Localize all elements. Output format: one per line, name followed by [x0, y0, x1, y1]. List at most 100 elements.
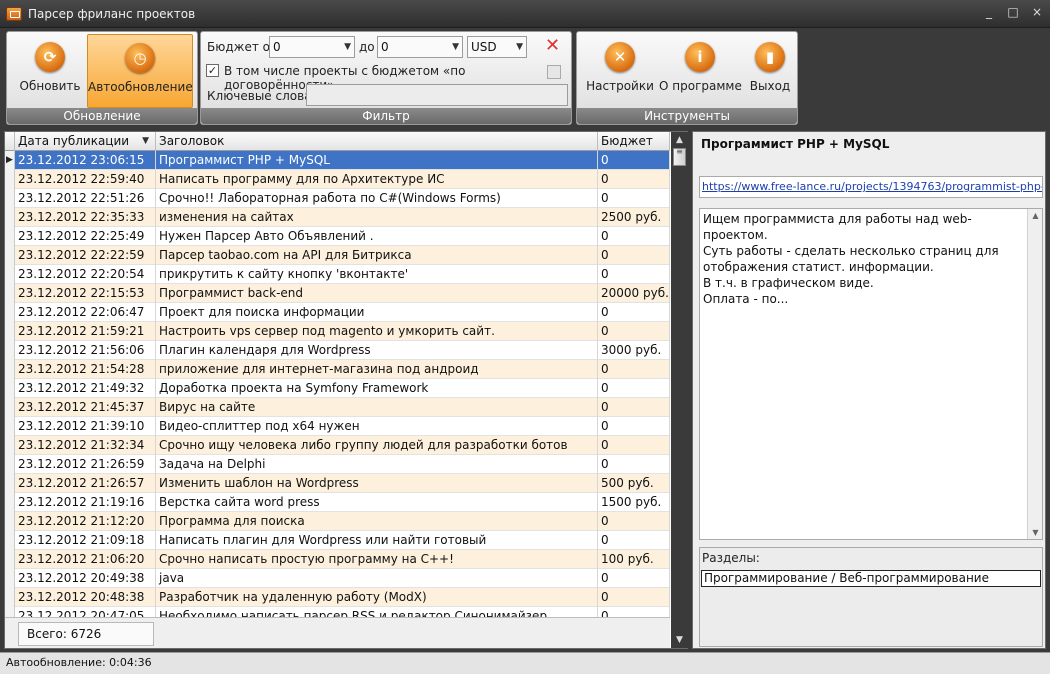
currency-select[interactable]: USD ▼	[467, 36, 527, 58]
tools-icon: ✕	[605, 42, 635, 72]
cell-title: Парсер taobao.com на API для Битрикса	[156, 246, 598, 265]
header-indicator	[5, 132, 15, 151]
cell-title: Программист back-end	[156, 284, 598, 303]
cell-budget: 0	[598, 360, 670, 379]
cell-title: Срочно!! Лабораторная работа по С#(Windo…	[156, 189, 598, 208]
cell-budget: 0	[598, 151, 670, 170]
about-label: О программе	[659, 79, 742, 93]
table-row[interactable]: 23.12.2012 22:06:47 Проект для поиска инф…	[5, 303, 670, 322]
scroll-up-icon[interactable]: ▲	[1028, 211, 1043, 220]
grid-scrollbar[interactable]: ▲ ≡ ▼	[671, 132, 688, 648]
row-indicator	[5, 550, 15, 569]
maximize-icon[interactable]: □	[1006, 5, 1020, 19]
exit-door-icon: ▮	[755, 42, 785, 72]
scroll-thumb[interactable]: ≡	[673, 148, 686, 166]
cell-date: 23.12.2012 20:49:38	[15, 569, 156, 588]
exit-button[interactable]: ▮ Выход	[743, 34, 797, 108]
save-icon[interactable]	[547, 65, 561, 79]
details-panel: Программист PHP + MySQL https://www.free…	[692, 131, 1046, 649]
project-link[interactable]: https://www.free-lance.ru/projects/13947…	[699, 176, 1043, 198]
table-row[interactable]: 23.12.2012 22:35:33 изменения на сайтах 25…	[5, 208, 670, 227]
cell-date: 23.12.2012 22:06:47	[15, 303, 156, 322]
table-row[interactable]: 23.12.2012 21:19:16 Верстка сайта word pr…	[5, 493, 670, 512]
table-row[interactable]: 23.12.2012 21:54:28 приложение для интерн…	[5, 360, 670, 379]
cell-budget: 0	[598, 531, 670, 550]
grid-rows: ▶ 23.12.2012 23:06:15 Программист PHP + My…	[5, 151, 670, 617]
row-indicator	[5, 493, 15, 512]
cell-date: 23.12.2012 22:20:54	[15, 265, 156, 284]
row-indicator	[5, 341, 15, 360]
table-row[interactable]: 23.12.2012 21:26:59 Задача на Delphi 0	[5, 455, 670, 474]
budget-from-value: 0	[273, 40, 281, 54]
section-item[interactable]: Программирование / Веб-программирование	[701, 570, 1041, 587]
scroll-up-icon[interactable]: ▲	[671, 133, 688, 147]
about-button[interactable]: i О программе	[659, 34, 742, 108]
column-header-budget[interactable]: Бюджет	[598, 132, 670, 151]
table-row[interactable]: 23.12.2012 21:09:18 Написать плагин для W…	[5, 531, 670, 550]
table-row[interactable]: 23.12.2012 21:56:06 Плагин календаря для …	[5, 341, 670, 360]
table-row[interactable]: 23.12.2012 21:45:37 Вирус на сайте 0	[5, 398, 670, 417]
table-row[interactable]: 23.12.2012 21:32:34 Срочно ищу человека л…	[5, 436, 670, 455]
refresh-button[interactable]: ⟳ Обновить	[15, 34, 85, 108]
cell-date: 23.12.2012 20:48:38	[15, 588, 156, 607]
table-row[interactable]: 23.12.2012 20:47:05 Необходимо написать п…	[5, 607, 670, 617]
cell-date: 23.12.2012 21:12:20	[15, 512, 156, 531]
negotiable-checkbox[interactable]: ✓	[206, 64, 219, 77]
cell-title: Плагин календаря для Wordpress	[156, 341, 598, 360]
grid-footer: Всего: 6726	[5, 617, 670, 648]
table-row[interactable]: 23.12.2012 21:59:21 Настроить vps сервер …	[5, 322, 670, 341]
column-header-title[interactable]: Заголовок	[156, 132, 598, 151]
minimize-icon[interactable]: _	[982, 5, 996, 19]
scroll-down-icon[interactable]: ▼	[1028, 528, 1043, 537]
table-row[interactable]: 23.12.2012 22:20:54 прикрутить к сайту кн…	[5, 265, 670, 284]
close-icon[interactable]: ×	[1030, 5, 1044, 19]
row-indicator	[5, 569, 15, 588]
row-indicator	[5, 265, 15, 284]
settings-button[interactable]: ✕ Настройки	[583, 34, 657, 108]
autorefresh-button[interactable]: ◷ Автообновление	[87, 34, 193, 108]
status-bar: Автообновление: 0:04:36	[0, 652, 1050, 674]
table-row[interactable]: 23.12.2012 21:39:10 Видео-сплиттер под x6…	[5, 417, 670, 436]
ribbon: ⟳ Обновить ◷ Автообновление Обновление Б…	[0, 28, 1050, 128]
currency-value: USD	[471, 40, 497, 54]
table-row[interactable]: 23.12.2012 22:51:26 Срочно!! Лабораторная…	[5, 189, 670, 208]
keywords-input[interactable]	[306, 84, 568, 106]
refresh-label: Обновить	[19, 79, 81, 93]
budget-to-combo[interactable]: 0 ▼	[377, 36, 463, 58]
table-row[interactable]: 23.12.2012 20:48:38 Разработчик на удален…	[5, 588, 670, 607]
cell-date: 23.12.2012 21:32:34	[15, 436, 156, 455]
clear-filter-icon[interactable]: ✕	[545, 35, 560, 56]
cell-date: 23.12.2012 21:26:59	[15, 455, 156, 474]
sections-label: Разделы:	[702, 551, 760, 565]
row-pointer-icon: ▶	[5, 151, 15, 170]
sections-box: Разделы: Программирование / Веб-программ…	[699, 547, 1043, 647]
info-icon: i	[685, 42, 715, 72]
row-indicator	[5, 227, 15, 246]
table-row[interactable]: 23.12.2012 21:49:32 Доработка проекта на …	[5, 379, 670, 398]
table-row[interactable]: 23.12.2012 22:59:40 Написать программу дл…	[5, 170, 670, 189]
cell-title: Доработка проекта на Symfony Framework	[156, 379, 598, 398]
row-indicator	[5, 360, 15, 379]
budget-to-label: до	[359, 40, 375, 54]
cell-budget: 2500 руб.	[598, 208, 670, 227]
row-indicator	[5, 436, 15, 455]
table-row[interactable]: 23.12.2012 21:06:20 Срочно написать прост…	[5, 550, 670, 569]
table-row[interactable]: 23.12.2012 20:49:38 java 0	[5, 569, 670, 588]
group-filter: Бюджет от 0 ▼ до 0 ▼ USD ▼ ✕ ✓ В том чис…	[200, 31, 572, 125]
column-header-date-label: Дата публикации	[18, 134, 130, 148]
scroll-down-icon[interactable]: ▼	[671, 633, 688, 647]
column-header-date[interactable]: Дата публикации ▼	[15, 132, 156, 151]
cell-date: 23.12.2012 21:39:10	[15, 417, 156, 436]
table-row[interactable]: 23.12.2012 22:15:53 Программист back-end 2…	[5, 284, 670, 303]
table-row[interactable]: 23.12.2012 21:12:20 Программа для поиска 0	[5, 512, 670, 531]
description-scrollbar[interactable]: ▲ ▼	[1027, 209, 1042, 539]
cell-title: Разработчик на удаленную работу (ModX)	[156, 588, 598, 607]
table-row[interactable]: 23.12.2012 22:25:49 Нужен Парсер Авто Объ…	[5, 227, 670, 246]
table-row[interactable]: 23.12.2012 21:26:57 Изменить шаблон на Wo…	[5, 474, 670, 493]
budget-from-combo[interactable]: 0 ▼	[269, 36, 355, 58]
project-description[interactable]: Ищем программиста для работы над web-про…	[699, 208, 1043, 540]
table-row[interactable]: 23.12.2012 22:22:59 Парсер taobao.com на …	[5, 246, 670, 265]
window-controls: _ □ ×	[982, 5, 1044, 19]
row-indicator	[5, 588, 15, 607]
table-row[interactable]: ▶ 23.12.2012 23:06:15 Программист PHP + My…	[5, 151, 670, 170]
